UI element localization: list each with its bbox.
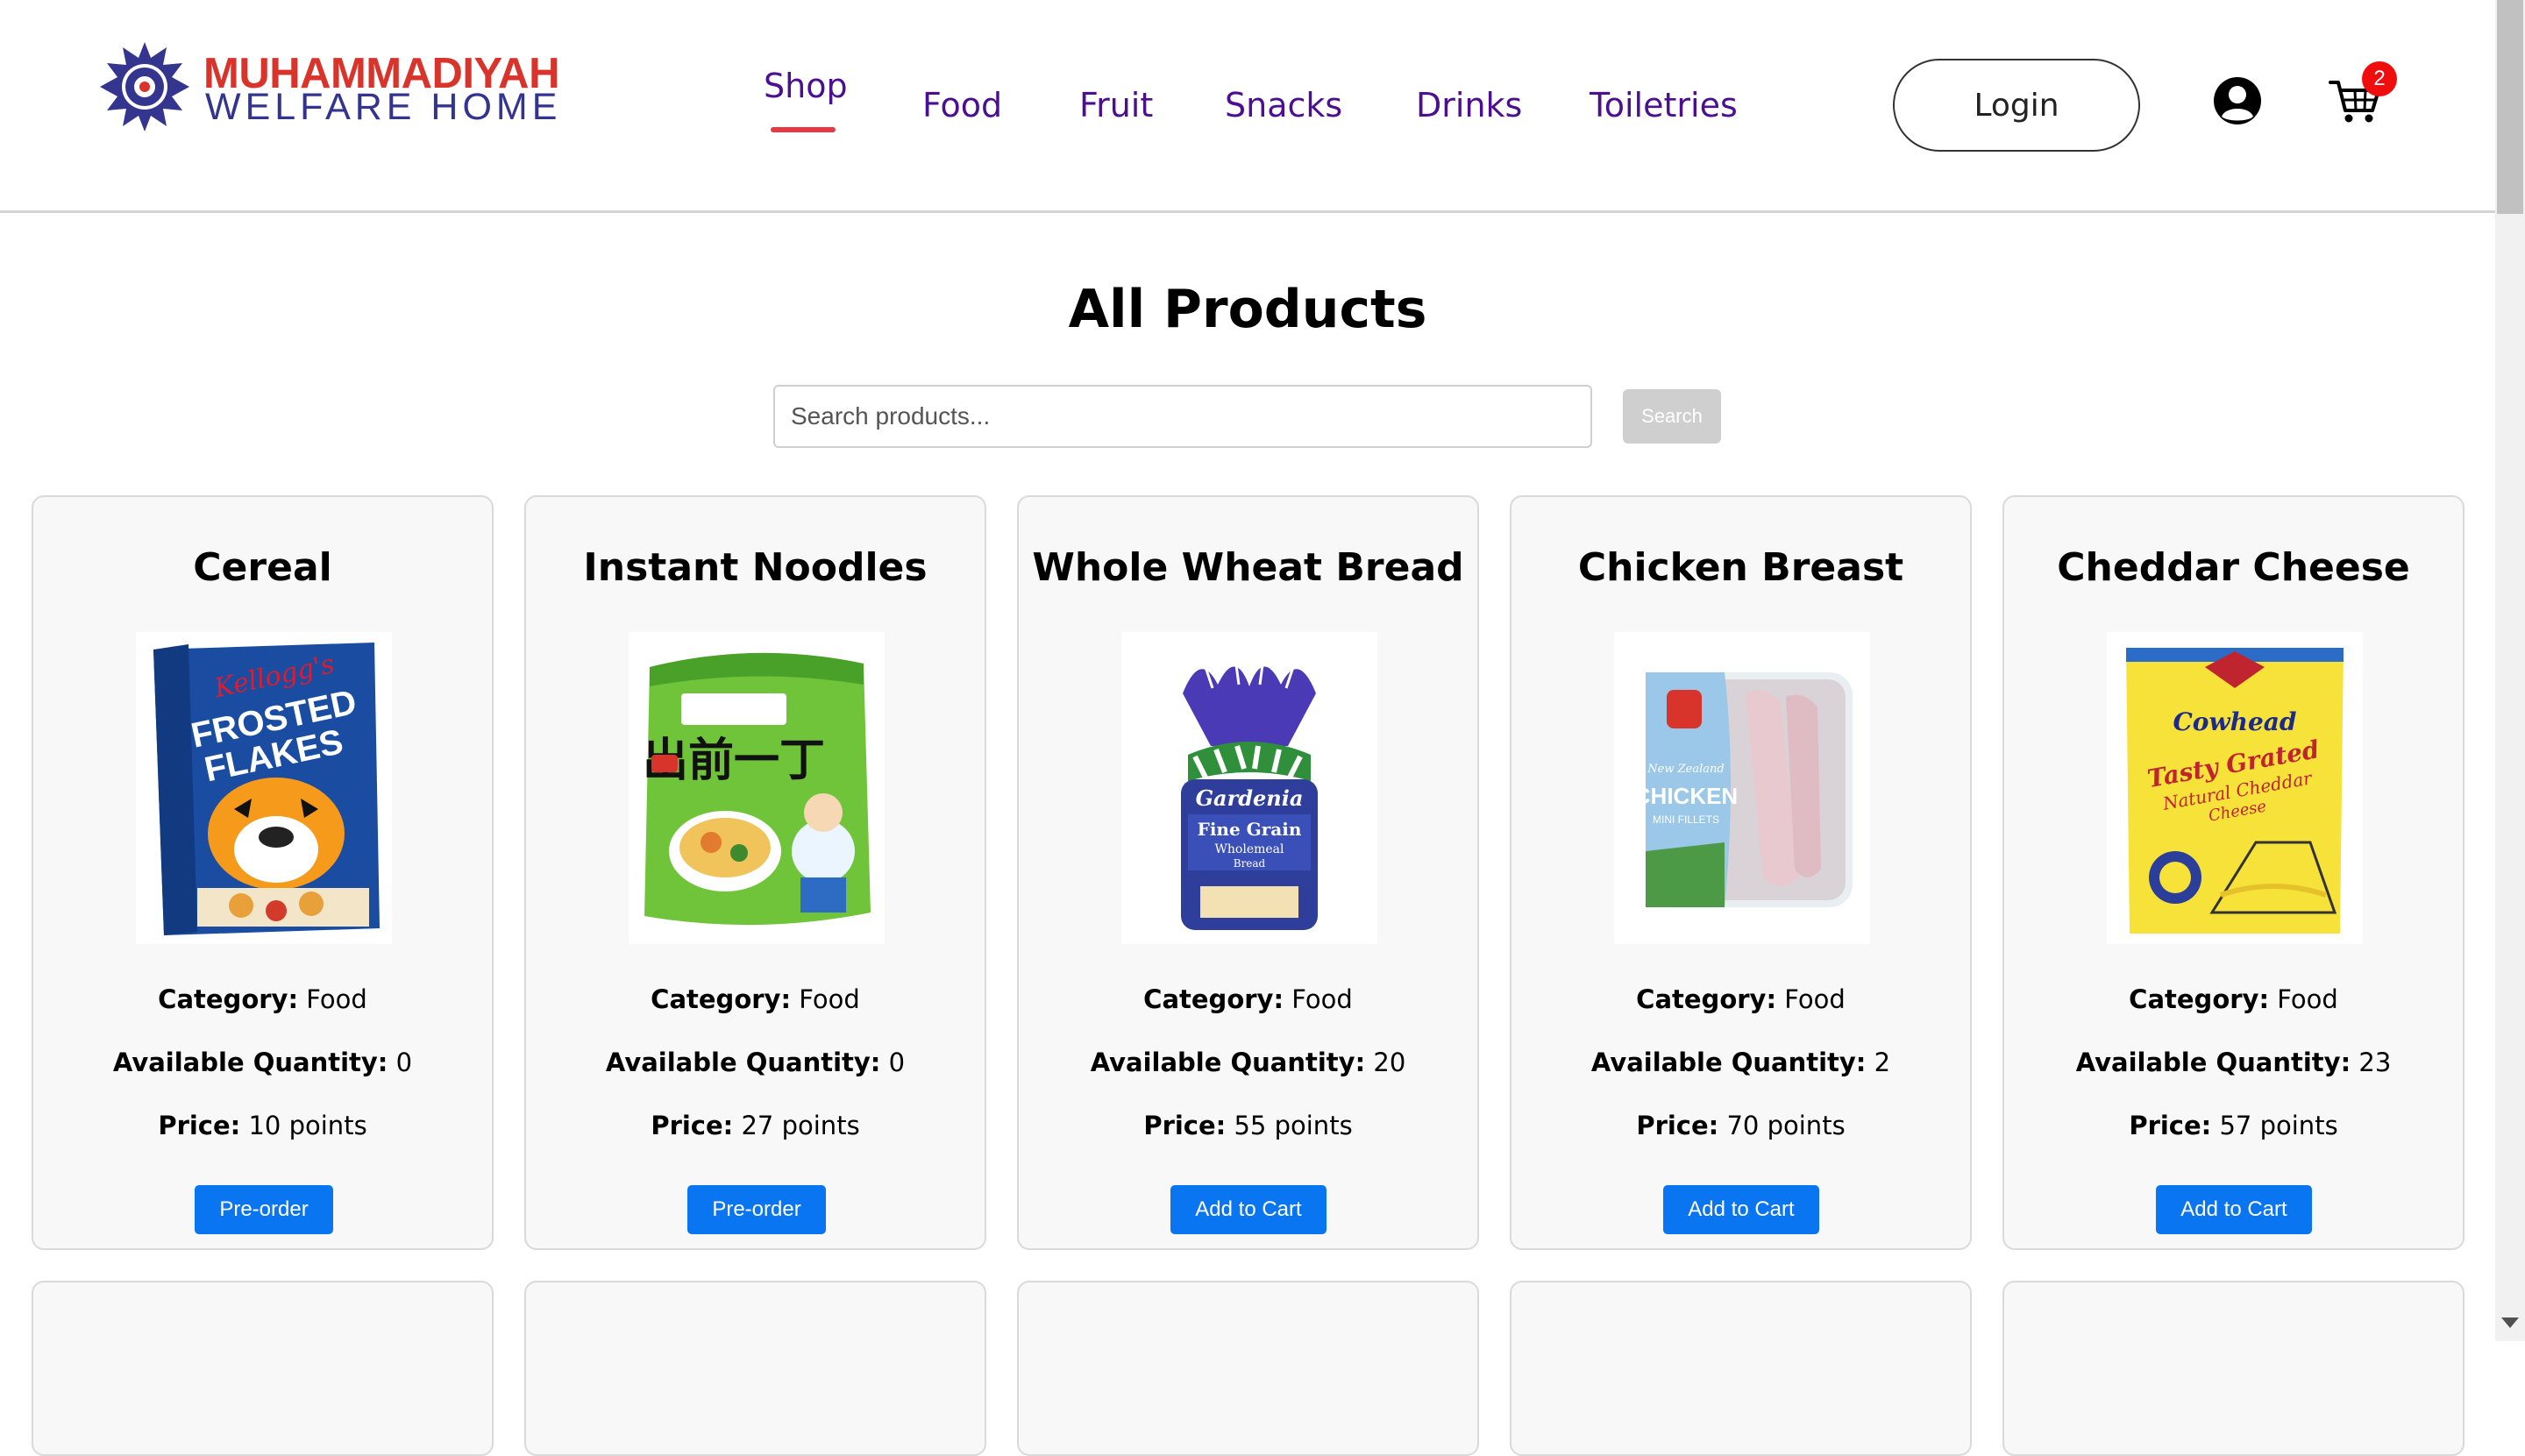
category-label: Category: — [1143, 984, 1284, 1014]
quantity-value: 20 — [1373, 1048, 1406, 1077]
chicken-pack-image: New Zealand CHICKEN MINI FILLETS — [1614, 632, 1870, 944]
cart-count-badge: 2 — [2362, 61, 2397, 96]
category-value: Food — [2277, 984, 2338, 1014]
pre-order-button[interactable]: Pre-order — [687, 1185, 826, 1234]
nav-link-food[interactable]: Food — [922, 86, 1002, 124]
cereal-box-image: Kellogg's FROSTED FLAKES — [136, 632, 392, 944]
price-label: Price: — [651, 1111, 734, 1140]
site-logo[interactable]: MUHAMMADIYAH WELFARE HOME — [98, 39, 559, 135]
category-value: Food — [306, 984, 367, 1014]
product-category: Category: Food — [2004, 984, 2463, 1014]
price-value: 57 points — [2219, 1111, 2338, 1140]
product-quantity: Available Quantity: 2 — [1511, 1048, 1970, 1077]
product-category: Category: Food — [1511, 984, 1970, 1014]
product-card: Instant Noodles 出前一丁 Category: Food Avai… — [524, 495, 986, 1250]
price-label: Price: — [1636, 1111, 1719, 1140]
product-card: Chicken Breast New Zealand CHICKEN MINI … — [1510, 495, 1972, 1250]
cheese-brand-text: Cowhead — [2173, 707, 2297, 736]
nav-link-shop[interactable]: Shop — [764, 67, 848, 105]
bread-name-line2: Wholemeal — [1215, 842, 1285, 856]
category-value: Food — [1291, 984, 1353, 1014]
product-category: Category: Food — [526, 984, 985, 1014]
price-value: 55 points — [1234, 1111, 1353, 1140]
add-to-cart-button[interactable]: Add to Cart — [1663, 1185, 1819, 1234]
category-label: Category: — [1636, 984, 1777, 1014]
muhammadiyah-emblem-icon — [100, 42, 189, 131]
price-value: 27 points — [741, 1111, 860, 1140]
quantity-value: 0 — [395, 1048, 413, 1077]
product-quantity: Available Quantity: 0 — [33, 1048, 492, 1077]
product-quantity: Available Quantity: 20 — [1019, 1048, 1477, 1077]
quantity-label: Available Quantity: — [1590, 1048, 1867, 1077]
category-label: Category: — [2129, 984, 2270, 1014]
product-category: Category: Food — [1019, 984, 1477, 1014]
bread-name-line3: Bread — [1234, 857, 1266, 870]
product-card — [1017, 1281, 1479, 1456]
product-name: Chicken Breast — [1577, 545, 1904, 590]
user-circle-icon[interactable] — [2213, 76, 2262, 125]
product-category: Category: Food — [33, 984, 492, 1014]
product-price: Price: 70 points — [1511, 1111, 1970, 1140]
scroll-down-arrow-icon[interactable] — [2501, 1318, 2519, 1328]
login-button[interactable]: Login — [1893, 59, 2140, 152]
chicken-name-text: CHICKEN — [1634, 783, 1738, 809]
bread-brand-text: Gardenia — [1196, 785, 1304, 811]
logo-subtitle: WELFARE HOME — [205, 86, 562, 128]
chicken-cut-text: MINI FILLETS — [1653, 813, 1719, 826]
product-price: Price: 55 points — [1019, 1111, 1477, 1140]
product-name: Instant Noodles — [583, 545, 928, 590]
product-quantity: Available Quantity: 23 — [2004, 1048, 2463, 1077]
nav-link-drinks[interactable]: Drinks — [1416, 86, 1522, 124]
price-label: Price: — [1143, 1111, 1227, 1140]
quantity-value: 2 — [1874, 1048, 1891, 1077]
product-price: Price: 27 points — [526, 1111, 985, 1140]
product-card — [32, 1281, 494, 1456]
search-button[interactable]: Search — [1623, 389, 1721, 444]
product-card: Cereal Kellogg's FROSTED FLAKES Category… — [32, 495, 494, 1250]
product-name: Cheddar Cheese — [2057, 545, 2410, 590]
page-title: All Products — [1068, 279, 1427, 340]
product-card: Cheddar Cheese Cowhead Tasty Grated Natu… — [2002, 495, 2465, 1250]
cheese-bag-image: Cowhead Tasty Grated Natural Cheddar Che… — [2107, 632, 2363, 944]
quantity-value: 0 — [888, 1048, 906, 1077]
price-value: 10 points — [248, 1111, 367, 1140]
bread-loaf-image: Gardenia Fine Grain Wholemeal Bread — [1121, 632, 1377, 944]
nav-link-toiletries[interactable]: Toiletries — [1590, 86, 1738, 124]
nav-link-fruit[interactable]: Fruit — [1079, 86, 1153, 124]
quantity-value: 23 — [2358, 1048, 2392, 1077]
nav-link-snacks[interactable]: Snacks — [1225, 86, 1342, 124]
product-quantity: Available Quantity: 0 — [526, 1048, 985, 1077]
product-name: Cereal — [193, 545, 332, 590]
quantity-label: Available Quantity: — [605, 1048, 881, 1077]
chicken-origin-text: New Zealand — [1647, 763, 1724, 776]
noodle-pack-image: 出前一丁 — [629, 632, 885, 944]
nav-active-indicator — [771, 127, 836, 132]
pre-order-button[interactable]: Pre-order — [195, 1185, 333, 1234]
price-label: Price: — [158, 1111, 241, 1140]
category-value: Food — [1784, 984, 1846, 1014]
quantity-label: Available Quantity: — [112, 1048, 388, 1077]
quantity-label: Available Quantity: — [1090, 1048, 1366, 1077]
product-price: Price: 10 points — [33, 1111, 492, 1140]
category-label: Category: — [158, 984, 299, 1014]
price-value: 70 points — [1726, 1111, 1846, 1140]
category-label: Category: — [651, 984, 792, 1014]
price-label: Price: — [2129, 1111, 2212, 1140]
scrollbar-thumb[interactable] — [2497, 0, 2523, 214]
search-input[interactable] — [773, 385, 1592, 448]
site-header: MUHAMMADIYAH WELFARE HOME Shop Food Frui… — [0, 0, 2495, 213]
product-card — [1510, 1281, 1972, 1456]
product-price: Price: 57 points — [2004, 1111, 2463, 1140]
add-to-cart-button[interactable]: Add to Cart — [1170, 1185, 1327, 1234]
category-value: Food — [799, 984, 860, 1014]
product-name: Whole Wheat Bread — [1032, 545, 1464, 590]
add-to-cart-button[interactable]: Add to Cart — [2156, 1185, 2312, 1234]
bread-name-line1: Fine Grain — [1198, 819, 1302, 840]
product-card — [524, 1281, 986, 1456]
quantity-label: Available Quantity: — [2075, 1048, 2351, 1077]
product-card: Whole Wheat Bread Gardenia Fine Grain Wh… — [1017, 495, 1479, 1250]
product-card — [2002, 1281, 2465, 1456]
